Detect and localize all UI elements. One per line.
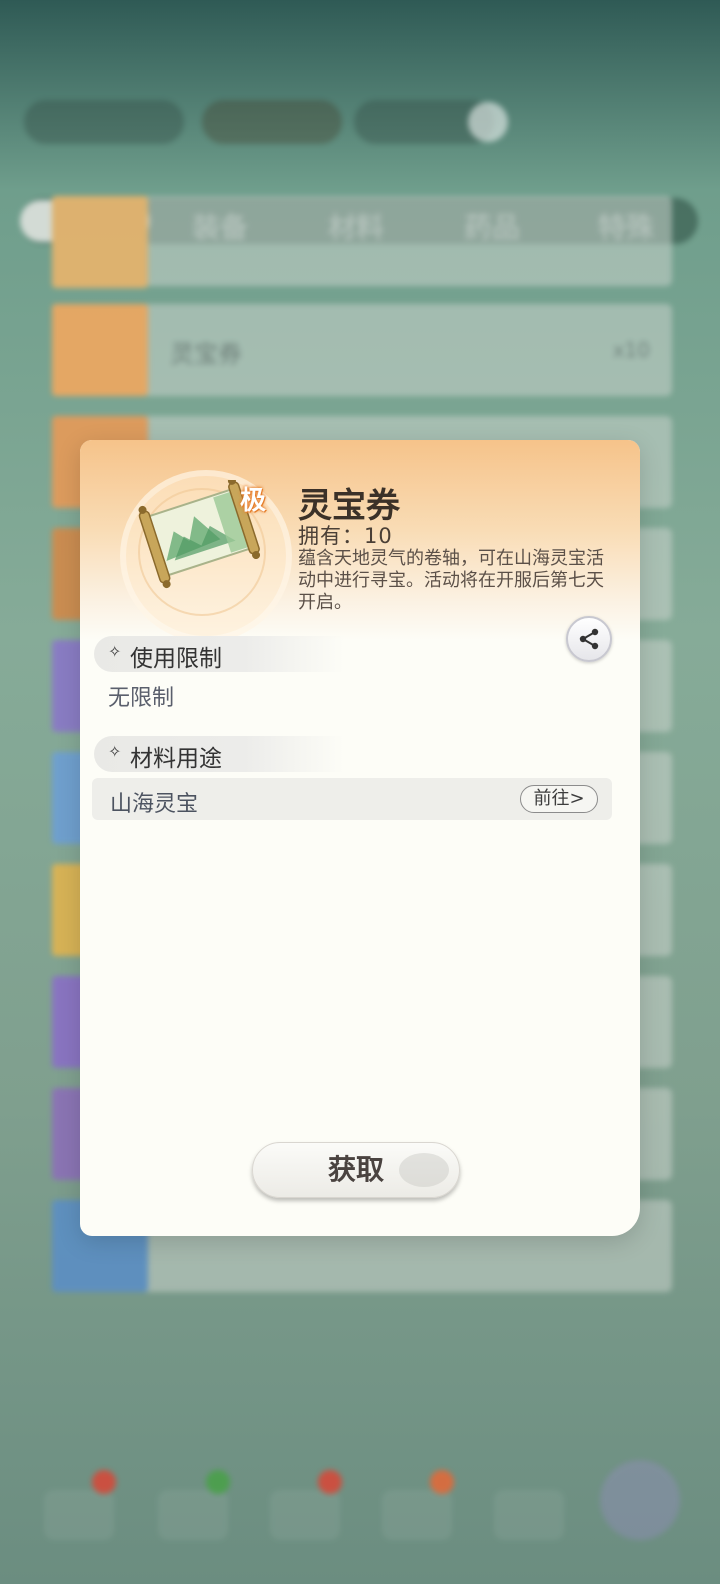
section-title: 材料用途 — [130, 746, 222, 772]
nav-item[interactable] — [382, 1490, 452, 1540]
bottom-navigation — [0, 1450, 720, 1560]
usage-row-label: 山海灵宝 — [110, 792, 199, 817]
four-point-diamond-icon: ✧ — [108, 642, 122, 661]
nav-item[interactable] — [494, 1490, 564, 1540]
rarity-badge: 极 — [240, 486, 267, 516]
goto-button[interactable]: 前往> — [520, 785, 598, 813]
acquire-button-label: 获取 — [327, 1153, 384, 1186]
top-resource-bar — [24, 100, 696, 146]
four-point-diamond-icon: ✧ — [108, 742, 122, 761]
add-currency-button[interactable] — [468, 102, 508, 142]
usage-row: 山海灵宝 前往> — [92, 778, 612, 820]
item-thumbnail — [52, 304, 148, 396]
list-item[interactable] — [52, 196, 672, 288]
list-item[interactable]: 灵宝券 x10 — [52, 304, 672, 396]
acquire-button[interactable]: 获取 — [252, 1142, 460, 1198]
item-thumbnail — [52, 196, 148, 288]
nav-item[interactable] — [44, 1490, 114, 1540]
item-name: 灵宝券 — [170, 340, 242, 368]
owned-count: 拥有：10 — [298, 524, 393, 548]
nav-item[interactable] — [158, 1490, 228, 1540]
swirl-decoration — [399, 1153, 449, 1187]
item-count: x10 — [612, 338, 650, 362]
share-button[interactable] — [566, 616, 612, 662]
bag-nav-item[interactable] — [600, 1460, 680, 1540]
usage-limit-header: ✧ 使用限制 — [94, 636, 344, 672]
notification-dot — [206, 1470, 230, 1494]
notification-dot — [430, 1470, 454, 1494]
material-usage-header: ✧ 材料用途 — [94, 736, 344, 772]
section-title: 使用限制 — [130, 646, 222, 672]
nav-item[interactable] — [270, 1490, 340, 1540]
player-avatar-pill[interactable] — [24, 100, 184, 144]
gold-currency-pill — [202, 100, 342, 144]
item-detail-modal: 极 灵宝券 拥有：10 蕴含天地灵气的卷轴，可在山海灵宝活动中进行寻宝。活动将在… — [80, 440, 640, 1236]
notification-dot — [92, 1470, 116, 1494]
item-description: 蕴含天地灵气的卷轴，可在山海灵宝活动中进行寻宝。活动将在开服后第七天开启。 — [298, 548, 604, 613]
notification-dot — [318, 1470, 342, 1494]
share-icon — [579, 628, 599, 650]
usage-limit-text: 无限制 — [108, 686, 175, 711]
